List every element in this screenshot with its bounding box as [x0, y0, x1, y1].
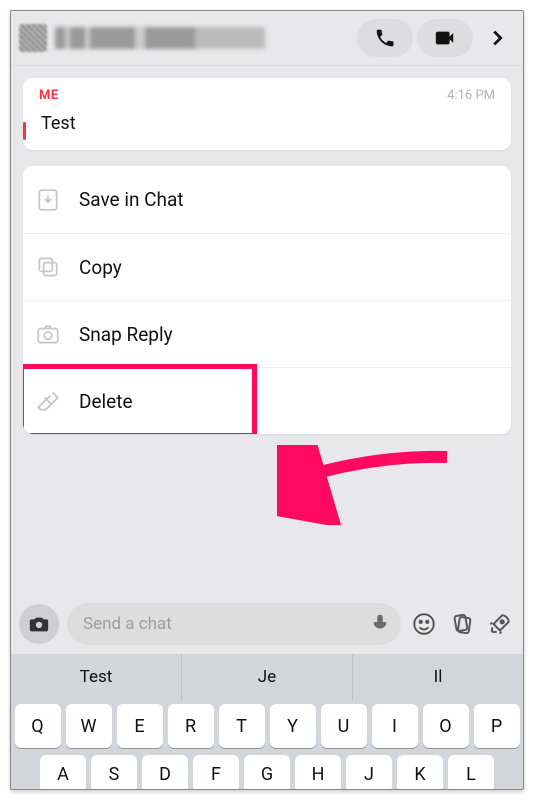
rocket-icon [487, 611, 513, 637]
suggestion-bar: Test Je Il [11, 654, 523, 700]
key[interactable]: U [321, 704, 367, 748]
key[interactable]: Y [270, 704, 316, 748]
menu-save-in-chat[interactable]: Save in Chat [23, 166, 511, 233]
video-icon [434, 27, 456, 49]
chat-settings-chevron[interactable] [479, 27, 515, 49]
key[interactable]: Q [15, 704, 61, 748]
key[interactable]: P [474, 704, 520, 748]
sender-label: ME [39, 88, 59, 103]
selected-message[interactable]: ME 4:16 PM Test [23, 78, 511, 150]
key[interactable]: A [40, 755, 86, 790]
rocket-button[interactable] [485, 609, 515, 639]
message-text: Test [39, 113, 495, 134]
key[interactable]: R [168, 704, 214, 748]
suggestion[interactable]: Test [11, 654, 182, 700]
video-call-button[interactable] [417, 19, 473, 57]
voice-call-button[interactable] [357, 19, 413, 57]
memories-button[interactable] [447, 609, 477, 639]
message-time: 4:16 PM [447, 88, 495, 103]
key[interactable]: E [117, 704, 163, 748]
key[interactable]: W [66, 704, 112, 748]
key[interactable]: L [448, 755, 494, 790]
phone-icon [374, 27, 396, 49]
chat-input[interactable]: Send a chat [67, 603, 401, 645]
cards-icon [449, 611, 475, 637]
voice-note-button[interactable] [369, 612, 391, 639]
contact-name-redacted[interactable] [55, 27, 265, 49]
smiley-icon [411, 611, 437, 637]
menu-snap-reply[interactable]: Snap Reply [23, 300, 511, 367]
menu-copy[interactable]: Copy [23, 233, 511, 300]
chat-header [11, 11, 523, 66]
key[interactable]: J [346, 755, 392, 790]
chat-placeholder: Send a chat [83, 614, 172, 634]
chat-composer: Send a chat [11, 594, 523, 654]
key[interactable]: D [142, 755, 188, 790]
key-row-1: Q W E R T Y U I O P [11, 700, 523, 752]
chat-area: ME 4:16 PM Test Save in Chat Copy Snap R… [11, 66, 523, 434]
message-context-menu: Save in Chat Copy Snap Reply Delete [23, 166, 511, 434]
key[interactable]: S [91, 755, 137, 790]
annotation-arrow [277, 445, 457, 525]
avatar[interactable] [19, 24, 47, 52]
menu-label: Save in Chat [79, 188, 184, 211]
key[interactable]: G [244, 755, 290, 790]
key[interactable]: O [423, 704, 469, 748]
camera-button[interactable] [19, 604, 59, 644]
menu-label: Delete [79, 390, 133, 413]
key[interactable]: F [193, 755, 239, 790]
key[interactable]: T [219, 704, 265, 748]
key[interactable]: I [372, 704, 418, 748]
mic-icon [369, 612, 391, 634]
menu-label: Snap Reply [79, 323, 173, 346]
app-frame: ME 4:16 PM Test Save in Chat Copy Snap R… [10, 10, 524, 790]
menu-delete[interactable]: Delete [23, 367, 511, 434]
save-icon [35, 187, 61, 213]
key-row-2: A S D F G H J K L [11, 751, 523, 790]
key[interactable]: K [397, 755, 443, 790]
chevron-right-icon [486, 27, 508, 49]
key[interactable]: H [295, 755, 341, 790]
sticker-button[interactable] [409, 609, 439, 639]
camera-fill-icon [28, 613, 50, 635]
camera-icon [35, 321, 61, 347]
suggestion[interactable]: Je [182, 654, 353, 700]
menu-label: Copy [79, 256, 122, 279]
keyboard: Test Je Il Q W E R T Y U I O P A S D F G… [11, 654, 523, 789]
eraser-icon [35, 388, 61, 414]
suggestion[interactable]: Il [353, 654, 523, 700]
copy-icon [35, 254, 61, 280]
